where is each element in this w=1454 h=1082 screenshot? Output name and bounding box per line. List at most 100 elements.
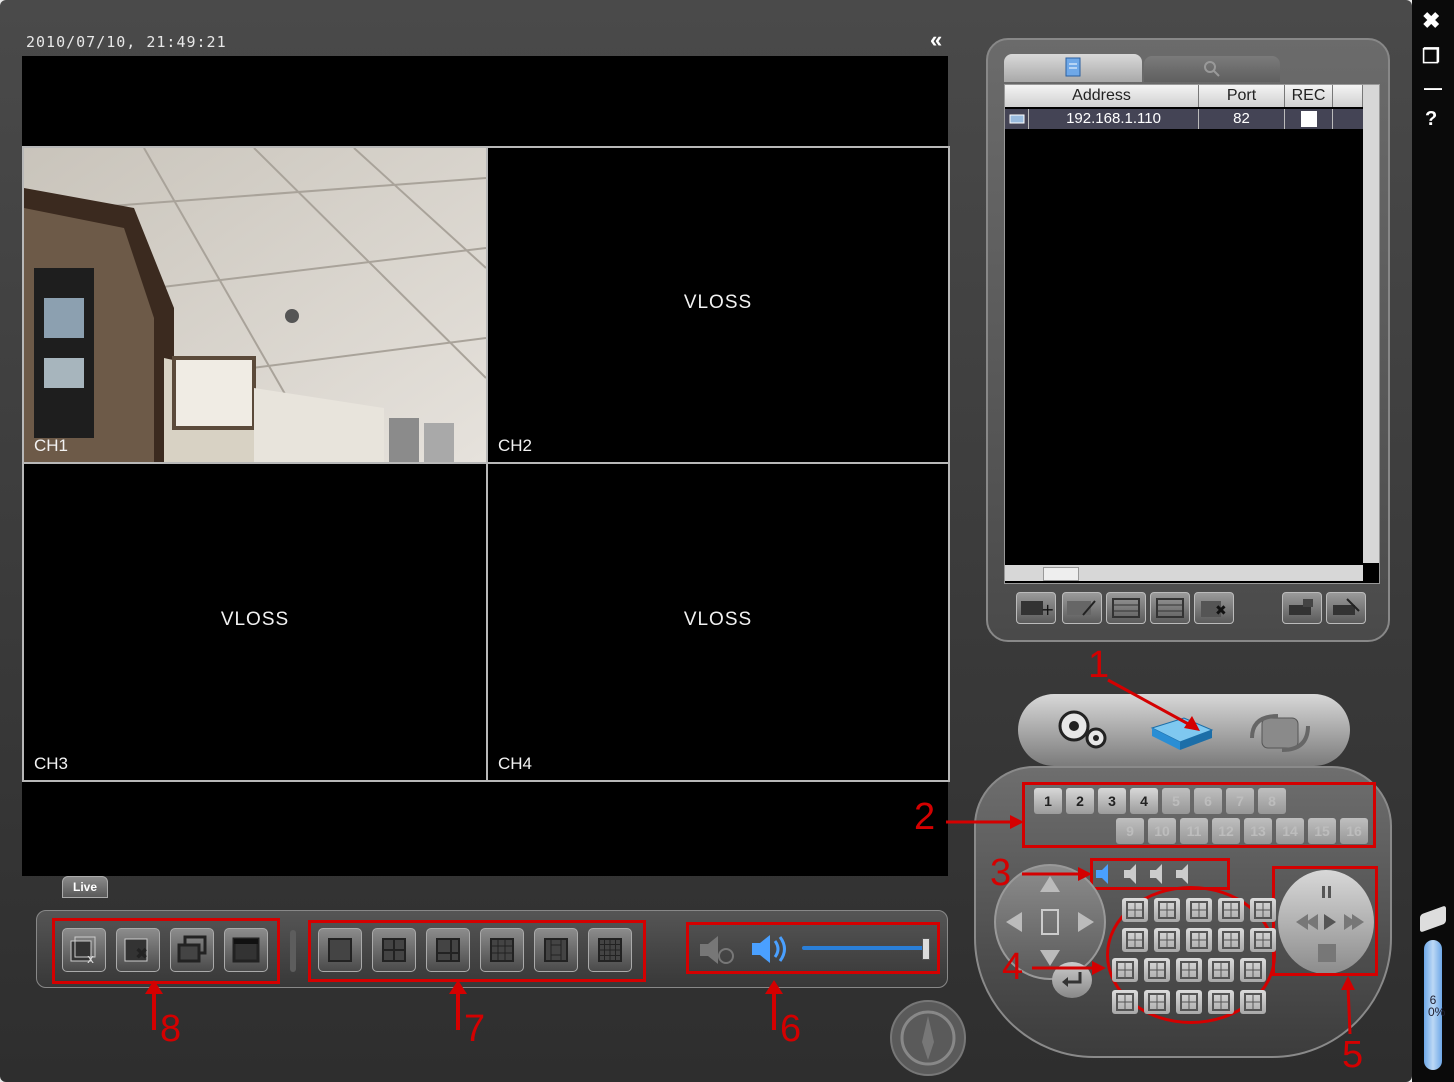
refresh-icon (1250, 714, 1310, 752)
delete-device-button[interactable]: ✖ (1194, 592, 1234, 624)
grid-layout-button[interactable] (1144, 990, 1170, 1014)
grid-layout-button[interactable] (1144, 958, 1170, 982)
channel-label: CH3 (34, 754, 69, 773)
annotation-arrow-5 (1341, 976, 1355, 1035)
device-group-button[interactable] (1106, 592, 1146, 624)
minimize-icon[interactable]: — (1424, 78, 1442, 99)
playback-mode-button[interactable] (1242, 710, 1318, 759)
annotation-number-3: 3 (990, 852, 1012, 894)
grid-layout-button[interactable] (1208, 958, 1234, 982)
annotation-number-4: 4 (1002, 946, 1024, 988)
grid-layout-button[interactable] (1250, 898, 1276, 922)
delete-icon: ✖ (1201, 601, 1227, 619)
help-icon[interactable]: ? (1425, 108, 1437, 131)
grid-layout-button[interactable] (1154, 928, 1180, 952)
add-device-icon: + (1021, 600, 1054, 619)
column-header-port[interactable]: Port (1199, 85, 1285, 107)
grid-layout-button[interactable] (1112, 990, 1138, 1014)
grid-layout-button[interactable] (1122, 928, 1148, 952)
channel-cell-4[interactable]: VLOSS CH4 (486, 462, 950, 782)
grid-layout-button[interactable] (1240, 958, 1266, 982)
grid-layout-button[interactable] (1250, 928, 1276, 952)
channel-button-7[interactable]: 7 (1226, 788, 1254, 814)
grid-layout-icon (1244, 961, 1262, 979)
rec-cell (1285, 109, 1333, 129)
datetime-display: 2010/07/10, 21:49:21 (26, 33, 227, 51)
table-row[interactable]: 192.168.1.110 82 (1005, 109, 1363, 129)
grid-layout-button[interactable] (1176, 990, 1202, 1014)
grid-layout-button[interactable] (1186, 898, 1212, 922)
close-icon[interactable]: ✖ (1422, 8, 1440, 34)
horizontal-scrollbar[interactable] (1005, 565, 1363, 581)
grid-layout-icon (1116, 961, 1134, 979)
channel-button-5[interactable]: 5 (1162, 788, 1190, 814)
device-list: Address Port REC 192.168.1.110 82 (1004, 84, 1380, 584)
tab-device-list[interactable] (1004, 54, 1142, 82)
svg-text:✖: ✖ (1215, 603, 1227, 619)
disconnect-button[interactable] (1326, 592, 1366, 624)
channel-cell-2[interactable]: VLOSS CH2 (486, 146, 950, 464)
channel-cell-1[interactable]: CH1 (22, 146, 488, 464)
annotation-box-7 (308, 920, 646, 982)
scrollbar-thumb[interactable] (1043, 567, 1079, 581)
zoom-slider[interactable]: 60% (1424, 940, 1445, 1070)
restore-icon[interactable]: ❐ (1422, 44, 1440, 69)
connect-icon (1289, 599, 1313, 615)
grid-layout-icon (1254, 901, 1272, 919)
annotation-box-3 (1090, 858, 1230, 890)
channel-button-8[interactable]: 8 (1258, 788, 1286, 814)
channel-button-9[interactable]: 9 (1116, 818, 1144, 844)
annotation-number-6: 6 (780, 1008, 802, 1050)
channel-button-14[interactable]: 14 (1276, 818, 1304, 844)
device-icon (1005, 109, 1029, 129)
device-port: 82 (1199, 109, 1285, 129)
rec-checkbox[interactable] (1301, 111, 1317, 127)
channel-cell-3[interactable]: VLOSS CH3 (22, 462, 488, 782)
compass-logo-icon (890, 1000, 966, 1076)
vertical-scrollbar[interactable] (1363, 85, 1379, 563)
channel-label: CH1 (34, 436, 69, 455)
channel-button-16[interactable]: 16 (1340, 818, 1368, 844)
annotation-arrow-4 (1032, 961, 1106, 975)
column-header-address[interactable]: Address (1005, 85, 1199, 107)
grid-layout-icon (1190, 931, 1208, 949)
grid-layout-button[interactable] (1122, 898, 1148, 922)
device-address: 192.168.1.110 (1029, 109, 1199, 129)
annotation-arrow-6 (772, 990, 776, 1030)
channel-button-13[interactable]: 13 (1244, 818, 1272, 844)
grid-layout-button[interactable] (1240, 990, 1266, 1014)
disconnect-icon (1333, 598, 1360, 615)
device-list-button[interactable] (1150, 592, 1190, 624)
grid-layout-button[interactable] (1218, 928, 1244, 952)
grid-layout-button[interactable] (1208, 990, 1234, 1014)
video-area: CH1 VLOSS CH2 VLOSS CH3 VLOSS CH4 (22, 56, 950, 876)
channel-button-11[interactable]: 11 (1180, 818, 1208, 844)
grid-layout-icon (1126, 931, 1144, 949)
arrow-head-icon (765, 980, 783, 994)
tab-live[interactable]: Live (62, 876, 108, 898)
grid-layout-icon (1148, 993, 1166, 1011)
tab-search[interactable] (1144, 56, 1280, 82)
grid-layout-button[interactable] (1176, 958, 1202, 982)
collapse-panel-button[interactable]: « (930, 29, 942, 51)
grid-layout-icon (1212, 961, 1230, 979)
document-icon (1065, 57, 1081, 77)
channel-button-10[interactable]: 10 (1148, 818, 1176, 844)
channel-button-1[interactable]: 1 (1034, 788, 1062, 814)
channel-button-2[interactable]: 2 (1066, 788, 1094, 814)
channel-button-4[interactable]: 4 (1130, 788, 1158, 814)
channel-button-15[interactable]: 15 (1308, 818, 1336, 844)
connect-button[interactable] (1282, 592, 1322, 624)
grid-layout-button[interactable] (1154, 898, 1180, 922)
channel-button-3[interactable]: 3 (1098, 788, 1126, 814)
grid-layout-icon (1158, 931, 1176, 949)
grid-layout-button[interactable] (1112, 958, 1138, 982)
column-header-rec[interactable]: REC (1285, 85, 1333, 107)
add-device-button[interactable]: + (1016, 592, 1056, 624)
edit-device-button[interactable] (1062, 592, 1102, 624)
channel-button-6[interactable]: 6 (1194, 788, 1222, 814)
channel-button-12[interactable]: 12 (1212, 818, 1240, 844)
grid-layout-button[interactable] (1186, 928, 1212, 952)
grid-layout-button[interactable] (1218, 898, 1244, 922)
video-loss-text: VLOSS (683, 292, 753, 314)
